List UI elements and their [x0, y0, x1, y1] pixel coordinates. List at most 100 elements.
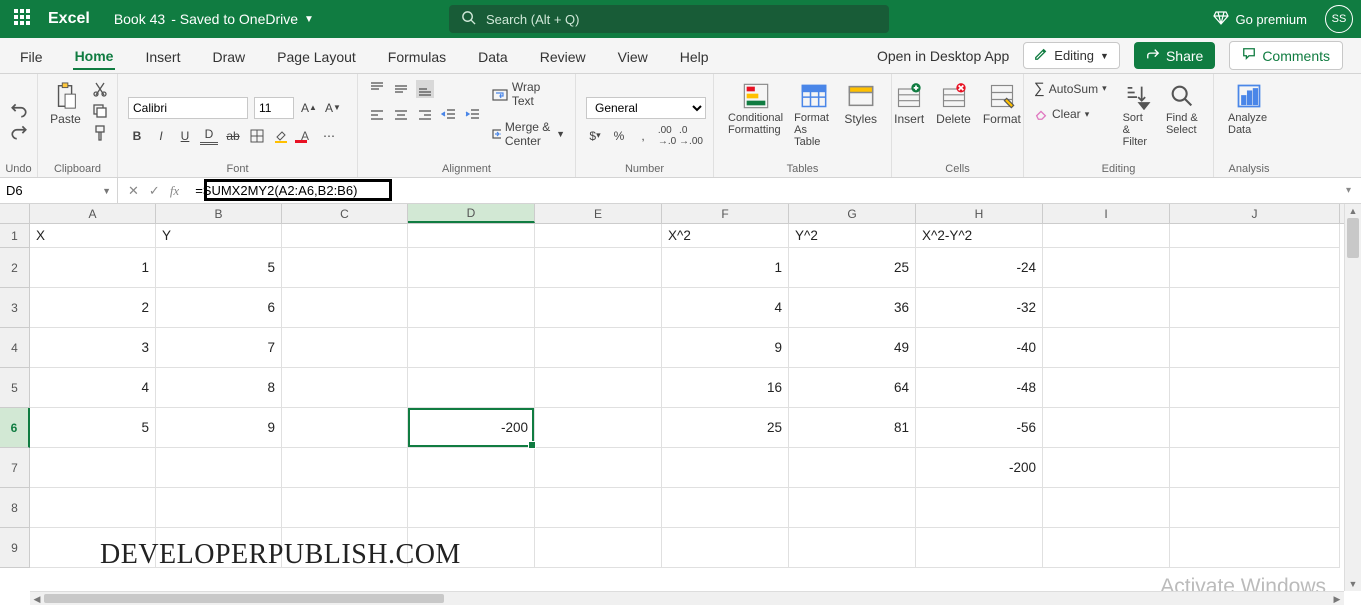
row-header-1[interactable]: 1 [0, 224, 30, 248]
row-header-9[interactable]: 9 [0, 528, 30, 568]
tab-draw[interactable]: Draw [210, 43, 247, 69]
double-underline-button[interactable]: D [200, 127, 218, 145]
delete-cells-button[interactable]: Delete [932, 80, 975, 128]
cell-F2[interactable]: 1 [662, 248, 789, 288]
cell-G1[interactable]: Y^2 [789, 224, 916, 248]
cell-D2[interactable] [408, 248, 535, 288]
cell-H6[interactable]: -56 [916, 408, 1043, 448]
cell-F4[interactable]: 9 [662, 328, 789, 368]
cell-D6[interactable]: -200 [408, 408, 535, 448]
paste-button[interactable]: Paste [46, 80, 85, 128]
strike-button[interactable]: ab [224, 127, 242, 145]
cell-B6[interactable]: 9 [156, 408, 282, 448]
column-header-E[interactable]: E [535, 204, 662, 223]
spreadsheet-grid[interactable]: ABCDEFGHIJ 1XYX^2Y^2X^2-Y^2215125-243264… [0, 204, 1361, 605]
cell-A1[interactable]: X [30, 224, 156, 248]
cell-D4[interactable] [408, 328, 535, 368]
expand-formula-bar-button[interactable]: ▾ [1336, 185, 1361, 196]
accept-formula-button[interactable]: ✓ [149, 183, 160, 199]
tab-help[interactable]: Help [678, 43, 711, 69]
increase-indent-button[interactable] [464, 106, 482, 124]
scroll-down-arrow-icon[interactable]: ▼ [1345, 577, 1361, 591]
cell-C2[interactable] [282, 248, 408, 288]
editing-mode-button[interactable]: Editing ▼ [1023, 42, 1120, 69]
cell-J6[interactable] [1170, 408, 1340, 448]
cell-A3[interactable]: 2 [30, 288, 156, 328]
cell-H8[interactable] [916, 488, 1043, 528]
redo-button[interactable] [10, 123, 28, 141]
cell-I1[interactable] [1043, 224, 1170, 248]
cell-F1[interactable]: X^2 [662, 224, 789, 248]
clear-button[interactable]: Clear▾ [1034, 107, 1107, 121]
cell-D5[interactable] [408, 368, 535, 408]
cell-I4[interactable] [1043, 328, 1170, 368]
cell-G6[interactable]: 81 [789, 408, 916, 448]
cell-I6[interactable] [1043, 408, 1170, 448]
cell-H4[interactable]: -40 [916, 328, 1043, 368]
column-header-G[interactable]: G [789, 204, 916, 223]
cell-G2[interactable]: 25 [789, 248, 916, 288]
merge-center-button[interactable]: Merge & Center ▼ [492, 120, 565, 148]
cell-D3[interactable] [408, 288, 535, 328]
cell-B8[interactable] [156, 488, 282, 528]
analyze-data-button[interactable]: Analyze Data [1224, 80, 1274, 138]
cell-J7[interactable] [1170, 448, 1340, 488]
bold-button[interactable]: B [128, 127, 146, 145]
row-header-6[interactable]: 6 [0, 408, 30, 448]
autosum-button[interactable]: ∑AutoSum▾ [1034, 80, 1107, 97]
cell-B7[interactable] [156, 448, 282, 488]
conditional-formatting-button[interactable]: Conditional Formatting [724, 80, 788, 138]
avatar[interactable]: SS [1325, 5, 1353, 33]
cell-E4[interactable] [535, 328, 662, 368]
align-left-button[interactable] [368, 106, 386, 124]
align-top-button[interactable] [368, 80, 386, 98]
copy-button[interactable] [91, 102, 109, 120]
row-header-8[interactable]: 8 [0, 488, 30, 528]
align-bottom-button[interactable] [416, 80, 434, 98]
cell-J3[interactable] [1170, 288, 1340, 328]
cell-E9[interactable] [535, 528, 662, 568]
column-header-D[interactable]: D [408, 204, 535, 223]
align-center-button[interactable] [392, 106, 410, 124]
select-all-corner[interactable] [0, 204, 30, 223]
cut-button[interactable] [91, 80, 109, 98]
cell-F8[interactable] [662, 488, 789, 528]
cell-I9[interactable] [1043, 528, 1170, 568]
app-launcher-icon[interactable] [14, 9, 34, 29]
increase-decimal-button[interactable]: .00→.0 [658, 127, 676, 145]
go-premium-button[interactable]: Go premium [1213, 11, 1307, 28]
increase-font-button[interactable]: A▲ [300, 99, 318, 117]
cell-A7[interactable] [30, 448, 156, 488]
percent-button[interactable]: % [610, 127, 628, 145]
comments-button[interactable]: Comments [1229, 41, 1343, 70]
cell-F7[interactable] [662, 448, 789, 488]
cell-F6[interactable]: 25 [662, 408, 789, 448]
cell-B5[interactable]: 8 [156, 368, 282, 408]
horizontal-scroll-thumb[interactable] [44, 594, 444, 603]
formula-input[interactable] [189, 178, 1336, 203]
cell-J9[interactable] [1170, 528, 1340, 568]
cell-J4[interactable] [1170, 328, 1340, 368]
cell-I3[interactable] [1043, 288, 1170, 328]
open-desktop-button[interactable]: Open in Desktop App [877, 48, 1009, 64]
borders-button[interactable] [248, 127, 266, 145]
cell-G7[interactable] [789, 448, 916, 488]
cell-B4[interactable]: 7 [156, 328, 282, 368]
cell-B2[interactable]: 5 [156, 248, 282, 288]
cell-E5[interactable] [535, 368, 662, 408]
decrease-font-button[interactable]: A▼ [324, 99, 342, 117]
row-header-2[interactable]: 2 [0, 248, 30, 288]
document-title[interactable]: Book 43 - Saved to OneDrive ▼ [114, 11, 314, 27]
cell-C3[interactable] [282, 288, 408, 328]
cell-F5[interactable]: 16 [662, 368, 789, 408]
cell-B3[interactable]: 6 [156, 288, 282, 328]
column-header-F[interactable]: F [662, 204, 789, 223]
styles-button[interactable]: Styles [840, 80, 881, 128]
fill-color-button[interactable] [272, 127, 290, 145]
cell-J8[interactable] [1170, 488, 1340, 528]
column-header-H[interactable]: H [916, 204, 1043, 223]
cell-G9[interactable] [789, 528, 916, 568]
cell-C1[interactable] [282, 224, 408, 248]
tab-view[interactable]: View [616, 43, 650, 69]
cell-H7[interactable]: -200 [916, 448, 1043, 488]
